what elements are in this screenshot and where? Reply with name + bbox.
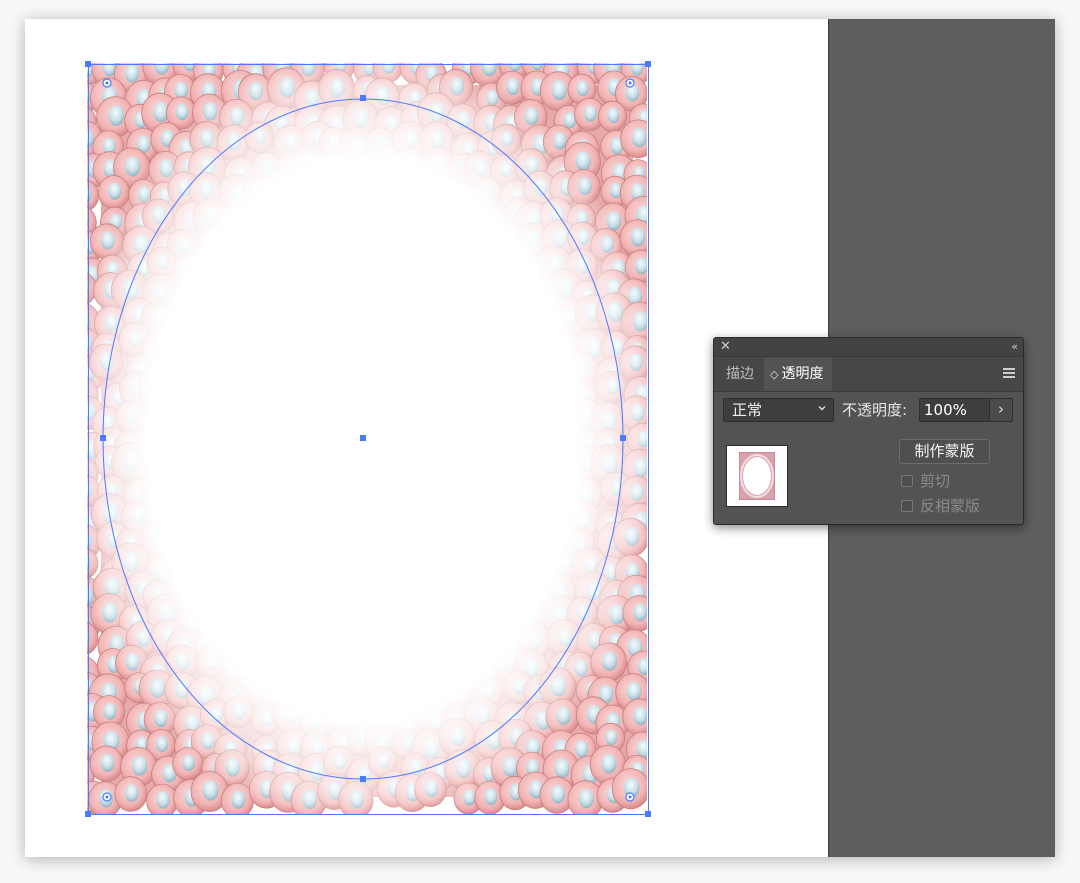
chevron-right-icon: ›: [998, 400, 1004, 418]
bubble: [87, 179, 99, 212]
handle-top-right: [645, 61, 651, 67]
blend-mode-value: 正常: [732, 401, 763, 419]
collapse-double-chevron-icon[interactable]: ‹‹: [1011, 339, 1018, 355]
handle-ellipse-left: [100, 435, 106, 441]
hamburger-menu-icon[interactable]: [1003, 368, 1015, 378]
bubble: [89, 745, 124, 782]
bubble: [622, 698, 647, 736]
opacity-slider-button[interactable]: ›: [989, 398, 1013, 422]
tab-transparency[interactable]: ◇ 透明度: [764, 357, 832, 391]
clip-checkbox[interactable]: [901, 475, 913, 487]
center-point: [360, 435, 366, 441]
bubble: [114, 776, 148, 812]
handle-ellipse-bottom: [360, 776, 366, 782]
bubble: [611, 768, 647, 810]
tab-stroke-label: 描边: [726, 366, 754, 382]
layer-thumbnail[interactable]: [726, 445, 788, 507]
opacity-label: 不透明度:: [842, 401, 908, 419]
bubble: [146, 783, 179, 815]
invert-mask-checkbox-row: 反相蒙版: [901, 496, 980, 516]
thumbnail-preview-image: [739, 452, 775, 500]
blend-mode-select[interactable]: 正常: [723, 398, 834, 422]
make-mask-button[interactable]: 制作蒙版: [899, 439, 990, 464]
tab-stroke[interactable]: 描边: [726, 357, 754, 391]
artboard[interactable]: [25, 19, 828, 857]
clip-checkbox-row: 剪切: [901, 471, 950, 491]
bubble: [597, 100, 627, 133]
invert-mask-label: 反相蒙版: [920, 497, 981, 515]
tab-transparency-label: 透明度: [781, 366, 824, 382]
chevron-down-icon: [818, 406, 826, 411]
bubble: [620, 119, 647, 159]
panel-tab-bar: 描边 ◇ 透明度: [714, 357, 1023, 392]
panel-title-bar[interactable]: ✕ ‹‹: [714, 338, 1023, 357]
transparency-panel: ✕ ‹‹ 描边 ◇ 透明度 正常 不透明度: 100% › 制作蒙版 剪切 反相…: [713, 337, 1024, 525]
close-icon[interactable]: ✕: [720, 339, 731, 355]
artwork-canvas[interactable]: [25, 19, 828, 857]
handle-ellipse-right: [620, 435, 626, 441]
bubble: [87, 621, 99, 655]
handle-top-left: [85, 61, 91, 67]
clip-label: 剪切: [920, 472, 951, 490]
updown-arrows-icon: ◇: [770, 368, 779, 381]
handle-ellipse-top: [360, 95, 366, 101]
opacity-input[interactable]: 100%: [919, 398, 989, 422]
invert-mask-checkbox[interactable]: [901, 500, 913, 512]
handle-bottom-left: [85, 811, 91, 817]
handle-bottom-right: [645, 811, 651, 817]
